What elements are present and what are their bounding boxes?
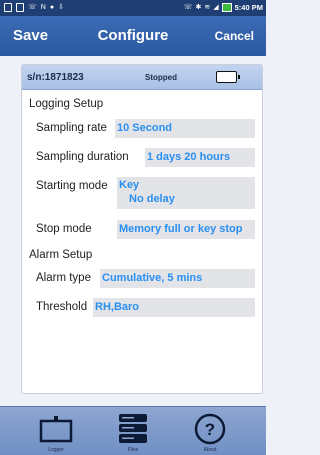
device-status: Stopped — [145, 73, 177, 82]
chrome-icon: ● — [49, 4, 55, 11]
serial-number: s/n:1871823 — [27, 72, 84, 83]
notification-icons: ☏ N ● ⇩ — [4, 3, 64, 12]
sampling-duration-value[interactable]: 1 days 20 hours — [145, 148, 255, 167]
files-icon — [119, 414, 147, 443]
configure-panel: s/n:1871823 Stopped Logging Setup Sampli… — [21, 64, 263, 394]
logging-setup-title: Logging Setup — [29, 98, 104, 110]
n-icon: N — [40, 4, 46, 11]
alarm-setup-title: Alarm Setup — [29, 249, 93, 261]
threshold-value[interactable]: RH,Baro — [93, 298, 255, 317]
sampling-duration-label: Sampling duration — [36, 151, 129, 163]
about-icon: ? — [194, 413, 226, 445]
battery-icon — [216, 71, 240, 83]
alarm-type-label: Alarm type — [36, 272, 91, 284]
save-button[interactable]: Save — [13, 27, 48, 44]
system-icons: ☏ ✱ ≋ ◢ 5:40 PM — [184, 3, 263, 12]
status-bar: ☏ N ● ⇩ ☏ ✱ ≋ ◢ 5:40 PM — [0, 0, 266, 16]
sampling-rate-label: Sampling rate — [36, 122, 107, 134]
starting-mode-trigger: Key — [119, 179, 140, 191]
starting-mode-label: Starting mode — [36, 180, 108, 192]
phone-icon: ☏ — [28, 4, 37, 11]
starting-mode-value[interactable]: Key No delay — [117, 177, 255, 209]
wifi-icon: ≋ — [204, 4, 211, 11]
call-icon: ☏ — [183, 4, 193, 11]
logger-icon — [39, 416, 73, 443]
tab-files[interactable]: Files — [103, 407, 163, 455]
signal-icon: ◢ — [213, 4, 219, 11]
stop-mode-label: Stop mode — [36, 223, 92, 235]
stop-mode-value[interactable]: Memory full or key stop — [117, 220, 255, 239]
cancel-button[interactable]: Cancel — [215, 29, 254, 43]
tab-logger[interactable]: Logger — [26, 407, 86, 455]
bluetooth-icon: ✱ — [195, 4, 202, 11]
tab-files-label: Files — [127, 447, 139, 453]
device-bar: s/n:1871823 Stopped — [22, 65, 262, 90]
notification-icon — [16, 3, 24, 12]
tab-logger-label: Logger — [48, 447, 64, 453]
clock-time: 5:40 PM — [234, 3, 263, 12]
tab-about-label: About — [203, 447, 217, 453]
tab-about[interactable]: ? About — [180, 407, 240, 455]
battery-status-icon — [221, 3, 232, 12]
bottom-tab-bar: Logger Files ? About — [0, 406, 266, 455]
download-icon: ⇩ — [58, 4, 64, 11]
threshold-label: Threshold — [36, 301, 88, 313]
notification-icon — [4, 3, 12, 12]
starting-mode-delay: No delay — [129, 193, 175, 205]
svg-text:?: ? — [205, 420, 215, 439]
sampling-rate-value[interactable]: 10 Second — [115, 119, 255, 138]
app-header: Configure Save Cancel — [0, 16, 266, 56]
alarm-type-value[interactable]: Cumulative, 5 mins — [100, 269, 255, 288]
